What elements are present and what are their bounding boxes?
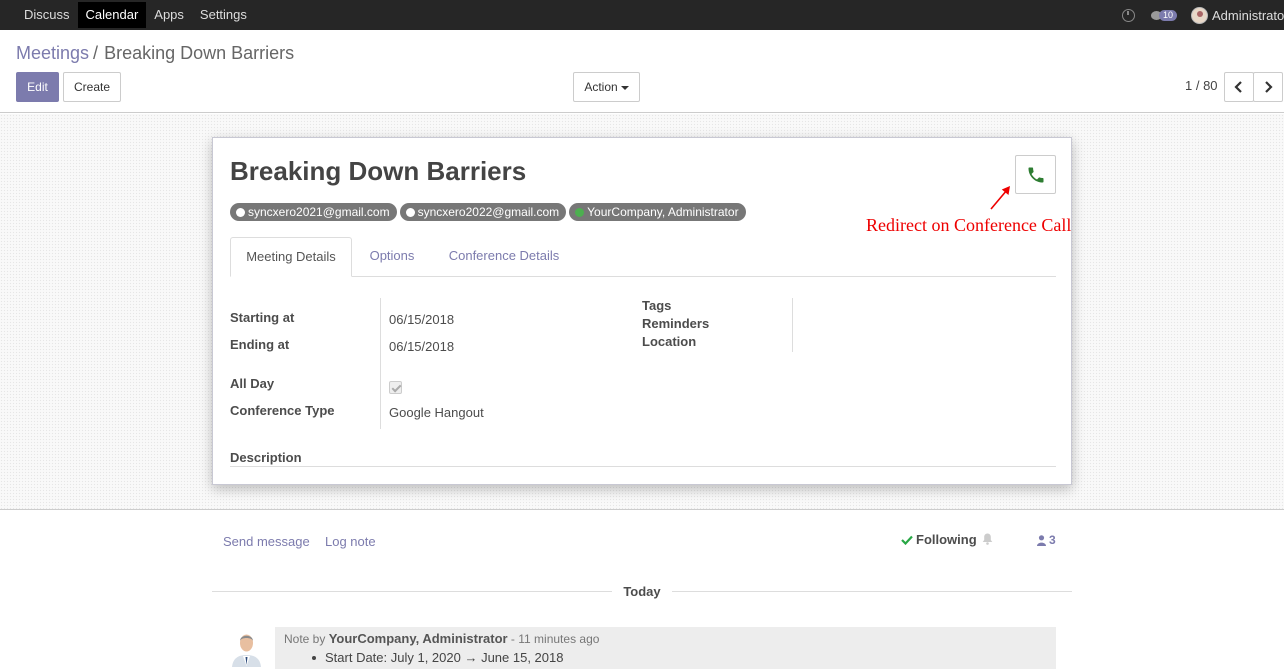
attendee-tag[interactable]: YourCompany, Administrator: [569, 203, 746, 221]
tracking-value-text: Start Date: July 1, 2020 → June 15, 2018: [325, 650, 564, 665]
activity-clock-icon[interactable]: [1121, 8, 1135, 22]
ending-at-value: 06/15/2018: [389, 339, 455, 354]
form-sheet: Breaking Down Barriers syncxero2021@gmai…: [212, 137, 1072, 485]
field-divider: [380, 298, 381, 429]
menu-item-settings[interactable]: Settings: [192, 2, 255, 28]
bell-icon[interactable]: [982, 533, 993, 545]
field-divider: [792, 298, 793, 352]
all-day-label: All Day: [230, 376, 275, 391]
attendee-tag[interactable]: syncxero2021@gmail.com: [230, 203, 397, 221]
tracking-value-item: Start Date: July 1, 2020 → June 15, 2018: [312, 650, 563, 665]
pager-value: 1 / 80: [1185, 78, 1218, 93]
following-button[interactable]: Following: [901, 532, 977, 547]
check-icon: [901, 535, 913, 545]
breadcrumb-current: Breaking Down Barriers: [104, 43, 295, 63]
bullet-icon: [312, 655, 316, 660]
attendee-tag[interactable]: syncxero2022@gmail.com: [399, 203, 567, 221]
user-icon: [1037, 534, 1046, 546]
send-message-link[interactable]: Send message: [223, 534, 310, 549]
pager-previous-button[interactable]: [1224, 72, 1254, 102]
tab-meeting-details[interactable]: Meeting Details: [230, 237, 352, 277]
reminders-label: Reminders: [642, 316, 710, 331]
starting-at-label: Starting at: [230, 310, 295, 325]
notebook-tabs: Meeting Details Options Conference Detai…: [230, 237, 1056, 277]
all-day-checkbox[interactable]: [389, 381, 402, 394]
status-dot-icon: [575, 207, 585, 217]
message-card: Note by YourCompany, Administrator - 11 …: [275, 627, 1056, 669]
message-time: - 11 minutes ago: [507, 632, 600, 646]
status-dot-icon: [405, 207, 415, 217]
breadcrumb-separator: /: [93, 43, 99, 63]
status-dot-icon: [236, 207, 245, 217]
author-avatar[interactable]: [230, 629, 263, 667]
message-author[interactable]: YourCompany, Administrator: [329, 631, 508, 646]
messaging-menu[interactable]: 10: [1150, 9, 1177, 21]
breadcrumb: Meetings / Breaking Down Barriers: [16, 43, 294, 64]
message-header: Note by YourCompany, Administrator - 11 …: [284, 631, 599, 646]
attendee-label: YourCompany, Administrator: [587, 205, 739, 219]
ending-at-label: Ending at: [230, 337, 290, 352]
followers-count: 3: [1049, 533, 1056, 547]
menu-item-apps[interactable]: Apps: [146, 2, 192, 28]
systray: 10 Administrator: [1121, 0, 1284, 30]
day-label: Today: [612, 584, 672, 599]
app-menu: Discuss Calendar Apps Settings: [0, 0, 255, 30]
action-label: Action: [584, 80, 618, 94]
caret-down-icon: [620, 85, 629, 90]
location-label: Location: [642, 334, 697, 349]
log-note-link[interactable]: Log note: [325, 534, 376, 549]
edit-button[interactable]: Edit: [16, 72, 59, 102]
top-navbar: Discuss Calendar Apps Settings 10 Admini…: [0, 0, 1284, 30]
chevron-right-icon: [1265, 81, 1273, 93]
record-title: Breaking Down Barriers: [230, 156, 527, 186]
action-dropdown[interactable]: Action: [573, 72, 640, 102]
author-avatar-image: [232, 634, 261, 667]
following-label: Following: [916, 532, 977, 547]
chevron-left-icon: [1234, 81, 1242, 93]
user-avatar[interactable]: [1191, 6, 1208, 24]
create-button[interactable]: Create: [63, 72, 121, 102]
tab-options[interactable]: Options: [354, 237, 430, 277]
attendee-label: syncxero2021@gmail.com: [248, 205, 390, 219]
phone-icon: [1028, 167, 1043, 182]
conference-type-label: Conference Type: [230, 403, 335, 418]
annotation-text: Redirect on Conference Call: [866, 215, 1072, 235]
chat-count-badge: 10: [1158, 9, 1177, 21]
attendee-label: syncxero2022@gmail.com: [417, 205, 560, 219]
menu-item-calendar[interactable]: Calendar: [77, 2, 147, 28]
tags-label: Tags: [642, 298, 672, 313]
tab-conference-details[interactable]: Conference Details: [434, 237, 574, 277]
description-label: Description: [230, 450, 302, 465]
conference-call-button[interactable]: [1015, 155, 1056, 194]
user-menu[interactable]: Administrator: [1212, 8, 1284, 23]
control-panel: Meetings / Breaking Down Barriers Edit Cre…: [0, 30, 1284, 113]
followers-button[interactable]: 3: [1037, 533, 1056, 547]
attendee-tags: syncxero2021@gmail.com syncxero2022@gmai…: [230, 203, 749, 221]
annotation-arrow-icon: [990, 186, 1010, 210]
pager-next-button[interactable]: [1253, 72, 1283, 102]
breadcrumb-meetings[interactable]: Meetings: [16, 43, 89, 63]
conference-type-value: Google Hangout: [389, 405, 484, 420]
message-prefix: Note by: [284, 632, 329, 646]
starting-at-value: 06/15/2018: [389, 312, 455, 327]
menu-item-discuss[interactable]: Discuss: [16, 2, 78, 28]
description-separator: [230, 466, 1056, 467]
